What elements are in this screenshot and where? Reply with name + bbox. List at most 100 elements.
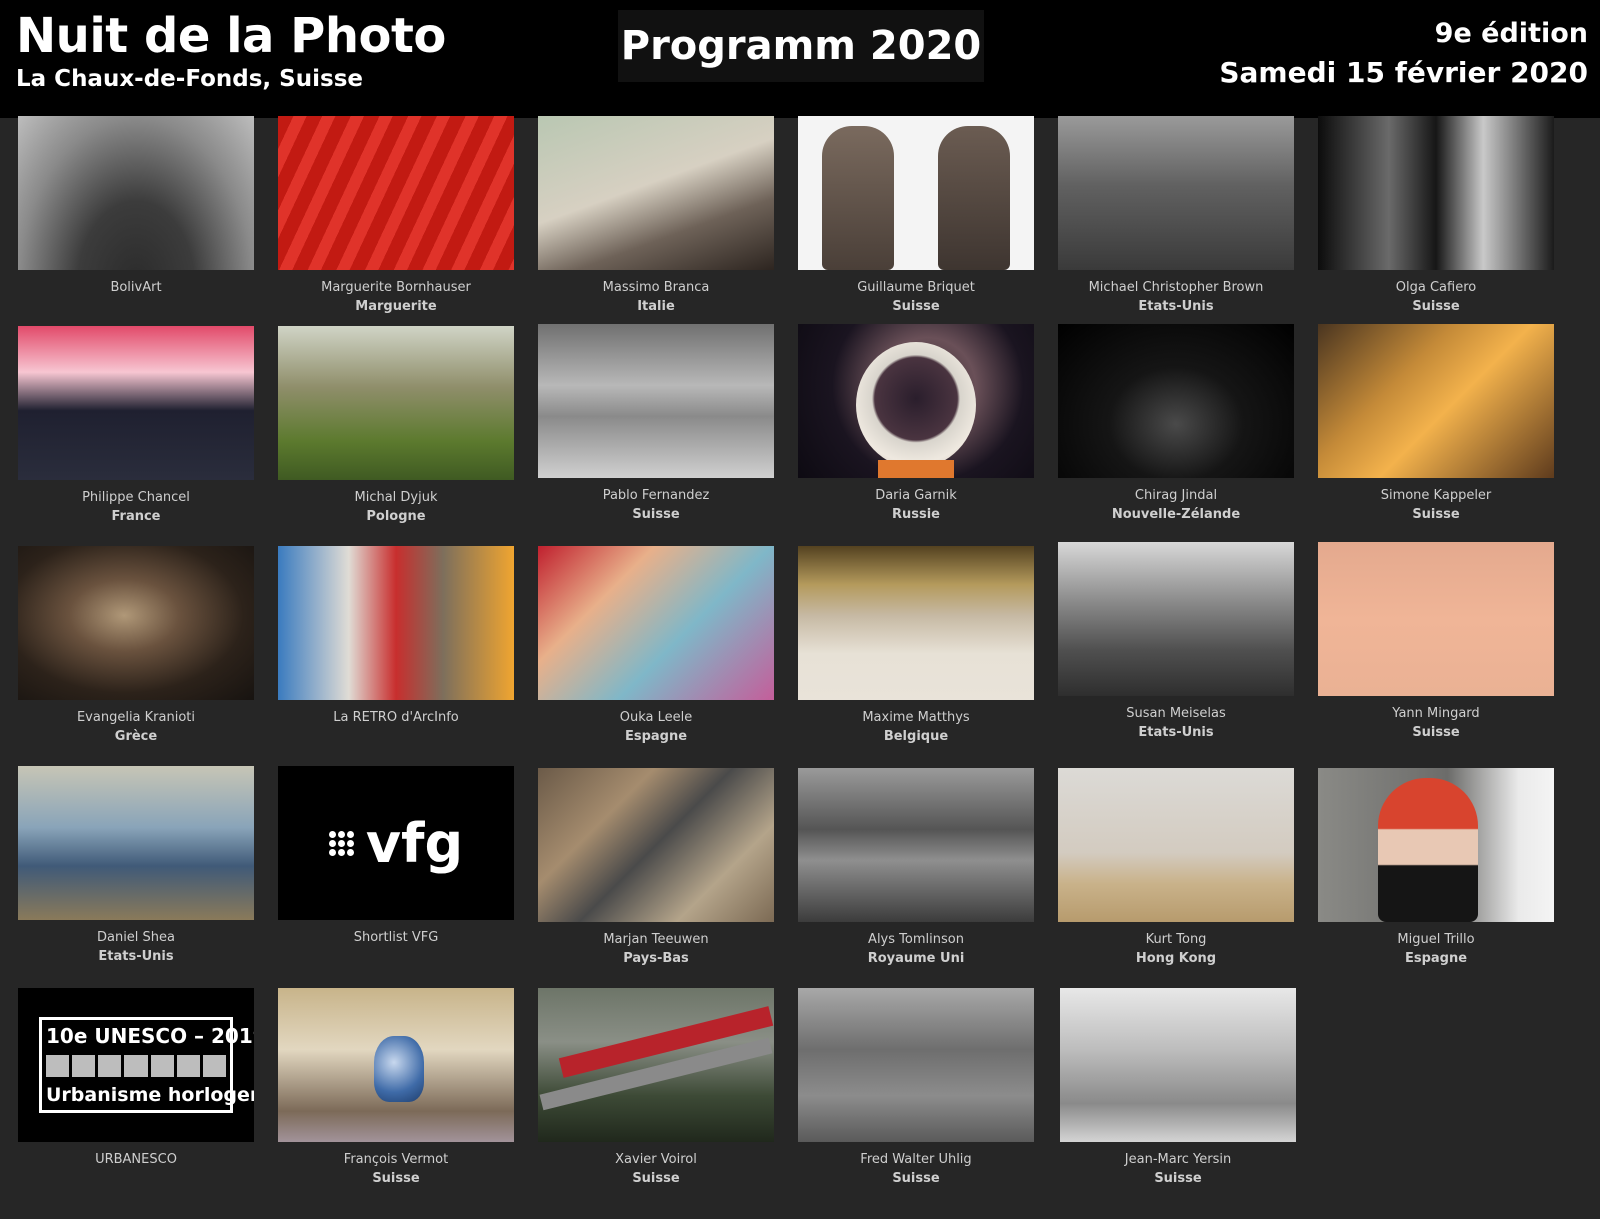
photo-thumbnail[interactable] [538, 546, 774, 700]
photographer-country: Italie [637, 299, 675, 314]
photographer-card[interactable]: Massimo Branca Italie [538, 116, 774, 316]
photographer-card[interactable]: Michal Dyjuk Pologne [278, 326, 514, 526]
photographer-card[interactable]: Daria Garnik Russie [798, 324, 1034, 524]
photographer-name: Susan Meiselas [1126, 706, 1226, 721]
photographer-card[interactable]: Alys Tomlinson Royaume Uni [798, 768, 1034, 968]
photo-thumbnail[interactable] [538, 768, 774, 922]
photographer-card[interactable]: Maxime Matthys Belgique [798, 546, 1034, 746]
photographer-name: François Vermot [343, 1152, 449, 1167]
photographer-name: Alys Tomlinson [868, 932, 964, 947]
photo-thumbnail[interactable] [1058, 324, 1294, 478]
photographer-caption: Maxime Matthys Belgique [798, 708, 1034, 746]
photographer-country: Marguerite [355, 299, 437, 314]
photographer-card[interactable]: Xavier Voirol Suisse [538, 988, 774, 1188]
photographer-card[interactable]: Pablo Fernandez Suisse [538, 324, 774, 524]
photographer-name: Daniel Shea [96, 930, 176, 945]
photographer-card[interactable]: Jean-Marc Yersin Suisse [1060, 988, 1296, 1188]
photographer-name: Evangelia Kranioti [76, 710, 196, 725]
photographer-card[interactable]: Michael Christopher Brown Etats-Unis [1058, 116, 1294, 316]
photo-thumbnail[interactable] [1318, 324, 1554, 478]
photographer-card[interactable]: La RETRO d'ArcInfo [278, 546, 514, 727]
photo-thumbnail[interactable] [798, 116, 1034, 270]
photographer-name: Massimo Branca [602, 280, 710, 295]
photographer-name: Maxime Matthys [862, 710, 970, 725]
photographer-name: Marjan Teeuwen [603, 932, 709, 947]
photo-thumbnail[interactable] [1058, 542, 1294, 696]
photo-thumbnail[interactable]: 10e UNESCO – 2019 Urbanisme horloger [18, 988, 254, 1142]
photographer-caption: Marguerite Bornhauser Marguerite [278, 278, 514, 316]
photographer-name: Daria Garnik [875, 488, 957, 503]
photographer-caption: Marjan Teeuwen Pays-Bas [538, 930, 774, 968]
photo-thumbnail[interactable] [18, 116, 254, 270]
astronaut-helmet [856, 342, 976, 468]
photographer-card[interactable]: Ouka Leele Espagne [538, 546, 774, 746]
photographer-caption: Daria Garnik Russie [798, 486, 1034, 524]
photo-thumbnail[interactable] [1058, 768, 1294, 922]
photo-thumbnail[interactable]: vfg [278, 766, 514, 920]
photographer-card[interactable]: Fred Walter Uhlig Suisse [798, 988, 1034, 1188]
photographer-name: Jean-Marc Yersin [1124, 1152, 1232, 1167]
photo-thumbnail[interactable] [538, 324, 774, 478]
photographer-country: Hong Kong [1135, 951, 1217, 966]
figure-silhouette [938, 126, 1010, 270]
photo-thumbnail[interactable] [798, 324, 1034, 478]
photo-thumbnail[interactable] [278, 988, 514, 1142]
photo-thumbnail[interactable] [538, 116, 774, 270]
photo-thumbnail[interactable] [18, 766, 254, 920]
photo-thumbnail[interactable] [538, 988, 774, 1142]
photographer-card[interactable]: 10e UNESCO – 2019 Urbanisme horloger URB… [18, 988, 254, 1169]
photographer-card[interactable]: Marjan Teeuwen Pays-Bas [538, 768, 774, 968]
photographer-country: Suisse [892, 299, 940, 314]
photographer-name: Michael Christopher Brown [1088, 280, 1264, 295]
photographer-name: Yann Mingard [1392, 706, 1480, 721]
photo-thumbnail[interactable] [798, 768, 1034, 922]
photographer-card[interactable]: Philippe Chancel France [18, 326, 254, 526]
photographer-country: Suisse [1412, 725, 1460, 740]
photographer-caption: BolivArt [18, 278, 254, 297]
photographer-caption: Jean-Marc Yersin Suisse [1060, 1150, 1296, 1188]
photo-thumbnail[interactable] [1058, 116, 1294, 270]
photo-thumbnail[interactable] [18, 326, 254, 480]
photographer-name: La RETRO d'ArcInfo [333, 710, 459, 725]
photo-thumbnail[interactable] [278, 116, 514, 270]
photographer-name: Simone Kappeler [1380, 488, 1492, 503]
photographer-caption: Pablo Fernandez Suisse [538, 486, 774, 524]
photographer-caption: Michael Christopher Brown Etats-Unis [1058, 278, 1294, 316]
photographer-card[interactable]: BolivArt [18, 116, 254, 297]
photographer-card[interactable]: Guillaume Briquet Suisse [798, 116, 1034, 316]
photographer-caption: Yann Mingard Suisse [1318, 704, 1554, 742]
photographer-card[interactable]: vfg Shortlist VFG [278, 766, 514, 947]
photo-thumbnail[interactable] [798, 988, 1034, 1142]
photographer-caption: François Vermot Suisse [278, 1150, 514, 1188]
photo-thumbnail[interactable] [278, 326, 514, 480]
photographer-caption: Alys Tomlinson Royaume Uni [798, 930, 1034, 968]
photographer-country: Etats-Unis [1138, 299, 1214, 314]
photo-thumbnail[interactable] [1060, 988, 1296, 1142]
photo-thumbnail[interactable] [278, 546, 514, 700]
photographer-name: BolivArt [110, 280, 162, 295]
photographer-card[interactable]: Yann Mingard Suisse [1318, 542, 1554, 742]
photographer-card[interactable]: Miguel Trillo Espagne [1318, 768, 1554, 968]
photographer-card[interactable]: Marguerite Bornhauser Marguerite [278, 116, 514, 316]
photographer-caption: Xavier Voirol Suisse [538, 1150, 774, 1188]
photographer-card[interactable]: Simone Kappeler Suisse [1318, 324, 1554, 524]
photographer-card[interactable]: Daniel Shea Etats-Unis [18, 766, 254, 966]
photographer-name: Xavier Voirol [615, 1152, 697, 1167]
photographer-card[interactable]: Kurt Tong Hong Kong [1058, 768, 1294, 968]
photo-thumbnail[interactable] [798, 546, 1034, 700]
photographer-card[interactable]: Olga Cafiero Suisse [1318, 116, 1554, 316]
photographer-card[interactable]: Chirag Jindal Nouvelle-Zélande [1058, 324, 1294, 524]
photographer-card[interactable]: François Vermot Suisse [278, 988, 514, 1188]
photographer-caption: Michal Dyjuk Pologne [278, 488, 514, 526]
photographer-country: Suisse [632, 507, 680, 522]
photo-thumbnail[interactable] [18, 546, 254, 700]
photo-thumbnail[interactable] [1318, 116, 1554, 270]
photo-thumbnail[interactable] [1318, 542, 1554, 696]
photographer-caption: Miguel Trillo Espagne [1318, 930, 1554, 968]
photo-thumbnail[interactable] [1318, 768, 1554, 922]
photographer-card[interactable]: Susan Meiselas Etats-Unis [1058, 542, 1294, 742]
photographer-name: Miguel Trillo [1397, 932, 1475, 947]
vfg-logo: vfg [328, 812, 463, 875]
vase-shape [374, 1036, 424, 1102]
photographer-card[interactable]: Evangelia Kranioti Grèce [18, 546, 254, 746]
